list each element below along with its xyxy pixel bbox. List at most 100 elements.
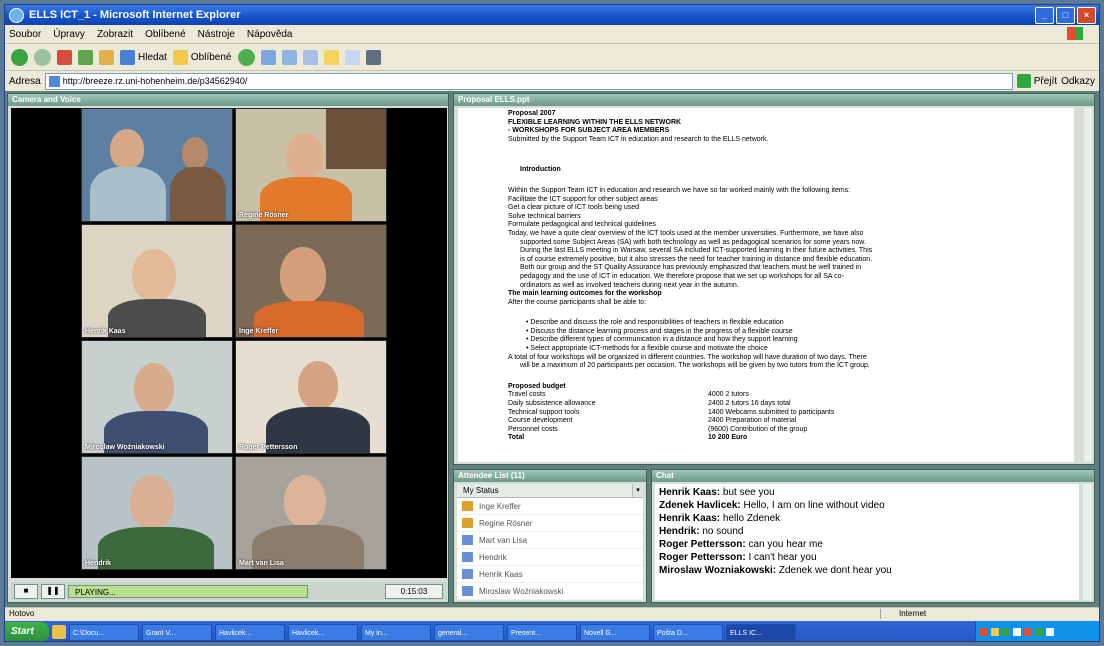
attendee-item[interactable]: Mart van Lisa — [457, 532, 643, 549]
doc-budget-heading: Proposed budget — [508, 382, 566, 390]
chevron-down-icon: ▾ — [632, 484, 643, 497]
back-button[interactable] — [11, 48, 28, 66]
attendee-pod-title: Attendee List (11) — [454, 470, 646, 482]
edit-icon[interactable] — [302, 49, 318, 65]
media-icon[interactable] — [365, 49, 381, 65]
minimize-button[interactable]: _ — [1035, 6, 1054, 24]
camera-label-8: Mart van Lisa — [239, 560, 284, 567]
camera-tile-8: Mart van Lisa — [235, 456, 387, 570]
menu-file[interactable]: Soubor — [9, 29, 41, 40]
maximize-button[interactable]: □ — [1056, 6, 1075, 24]
presenter-icon — [462, 501, 473, 511]
playback-status: PLAYING... — [68, 584, 308, 598]
taskbar-item[interactable]: My in... — [361, 623, 431, 641]
links-button[interactable]: Odkazy — [1061, 76, 1095, 87]
taskbar-item[interactable]: Present... — [507, 623, 577, 641]
taskbar-item[interactable]: C:\Docu... — [69, 623, 139, 641]
taskbar-item[interactable]: Pošta D... — [653, 623, 723, 641]
tray-icon[interactable] — [1002, 628, 1010, 636]
document-scrollbar[interactable] — [1084, 108, 1092, 462]
stop-button[interactable]: ■ — [14, 583, 38, 599]
close-button[interactable]: × — [1077, 6, 1096, 24]
attendee-item[interactable]: Miroslaw Woźniakowski — [457, 583, 643, 600]
camera-player-controls: ■ ❚❚ PLAYING... 0:15:03 — [11, 582, 447, 600]
camera-tile-5: Miroslaw Woźniakowski — [81, 340, 233, 454]
history-icon[interactable] — [237, 48, 255, 66]
search-icon — [120, 49, 135, 65]
camera-tile-7: Hendrik — [81, 456, 233, 570]
go-button[interactable]: Přejít — [1016, 74, 1058, 88]
doc-outcomes-intro: After the course participants shall be a… — [508, 298, 647, 306]
camera-tile-1 — [81, 108, 233, 222]
star-icon — [172, 49, 188, 65]
taskbar-item[interactable]: Havlicek... — [288, 623, 358, 641]
doc-title-2: FLEXIBLE LEARNING WITHIN THE ELLS NETWOR… — [508, 118, 682, 126]
attendee-item[interactable]: Regine Rösner — [457, 515, 643, 532]
ie-icon — [9, 7, 24, 23]
address-bar: Adresa http://breeze.rz.uni-hohenheim.de… — [5, 71, 1099, 92]
messenger-icon[interactable] — [344, 49, 360, 65]
favorites-button[interactable]: Oblíbené — [172, 49, 232, 65]
menu-edit[interactable]: Úpravy — [53, 29, 85, 40]
doc-para-line: During the last ELLS meeting in Warsaw, … — [520, 247, 873, 255]
my-status-dropdown[interactable]: My Status ▾ — [457, 484, 643, 498]
go-label: Přejít — [1033, 75, 1058, 87]
quick-launch-icon[interactable] — [52, 625, 66, 639]
pause-button[interactable]: ❚❚ — [41, 583, 65, 599]
camera-label-7: Hendrik — [85, 560, 112, 567]
menu-tools[interactable]: Nástroje — [198, 29, 235, 40]
budget-row: Personnel costs (9600) Contribution of th… — [508, 425, 808, 433]
tray-icon[interactable] — [1013, 628, 1021, 636]
chat-scrollbar[interactable] — [1083, 484, 1092, 600]
doc-para-line: supported some Subject Areas (SA) with b… — [520, 238, 866, 246]
tray-icon[interactable] — [980, 628, 988, 636]
taskbar-item[interactable]: Grant V... — [142, 623, 212, 641]
document-pod-title: Proposal ELLS.ppt — [454, 94, 1094, 106]
document-pod: Proposal ELLS.ppt Proposal 2007 FLEXIBLE… — [453, 93, 1095, 465]
attendee-item[interactable]: Hendrik — [457, 549, 643, 566]
go-arrow-icon — [1016, 74, 1031, 88]
attendee-item[interactable]: Inge Kreffer — [457, 498, 643, 515]
system-tray — [975, 621, 1099, 641]
tray-icon[interactable] — [1035, 628, 1043, 636]
attendee-item[interactable]: Henrik Kaas — [457, 566, 643, 583]
refresh-icon[interactable] — [78, 49, 93, 65]
menu-favorites[interactable]: Oblíbené — [145, 29, 186, 40]
taskbar-item[interactable]: Novell G... — [580, 623, 650, 641]
document-view: Proposal 2007 FLEXIBLE LEARNING WITHIN T… — [458, 108, 1074, 462]
address-input[interactable]: http://breeze.rz.uni-hohenheim.de/p34562… — [44, 72, 1013, 90]
mail-icon[interactable] — [260, 49, 276, 65]
participant-icon — [462, 586, 473, 596]
tray-icon[interactable] — [991, 628, 999, 636]
favorites-label: Oblíbené — [190, 51, 232, 63]
doc-intro-line: Get a clear picture of ICT tools being u… — [508, 204, 639, 212]
doc-para-line: is of course extremely positive, but it … — [520, 255, 873, 263]
camera-pod: Camera and Voice Regine Rösner Henrik Ka… — [7, 93, 449, 603]
doc-workshops-line: A total of four workshops will be organi… — [508, 353, 867, 361]
forward-icon — [34, 48, 51, 66]
menu-help[interactable]: Nápověda — [247, 29, 293, 40]
start-button[interactable]: Start — [5, 622, 49, 641]
camera-label-6: Roger Pettersson — [239, 444, 298, 451]
chat-message: Henrik Kaas: but see you — [659, 487, 775, 498]
page-icon — [48, 75, 60, 87]
forward-button[interactable] — [34, 48, 51, 66]
doc-para-line: Both our group and the ST Quality Assura… — [520, 264, 862, 272]
folder-icon[interactable] — [323, 49, 339, 65]
taskbar-item[interactable]: Havlicek... — [215, 623, 285, 641]
tray-icon[interactable] — [1024, 628, 1032, 636]
title-bar: ELLS ICT_1 - Microsoft Internet Explorer… — [5, 5, 1099, 25]
taskbar-item-active[interactable]: ELLS IC... — [726, 623, 796, 641]
stop-icon[interactable] — [57, 49, 72, 65]
taskbar: Start C:\Docu... Grant V... Havlicek... … — [5, 621, 1099, 641]
home-icon[interactable] — [99, 49, 114, 65]
toolbar: Hledat Oblíbené — [5, 44, 1099, 71]
search-button[interactable]: Hledat — [120, 49, 167, 65]
print-icon[interactable] — [281, 49, 297, 65]
camera-label-2: Regine Rösner — [239, 212, 289, 219]
menu-view[interactable]: Zobrazit — [97, 29, 133, 40]
chat-message: Zdenek Havlicek: Hello, I am on line wit… — [659, 500, 885, 511]
doc-intro-line: Formulate pedagogical and technical guid… — [508, 221, 656, 229]
taskbar-item[interactable]: general... — [434, 623, 504, 641]
tray-icon[interactable] — [1046, 628, 1054, 636]
